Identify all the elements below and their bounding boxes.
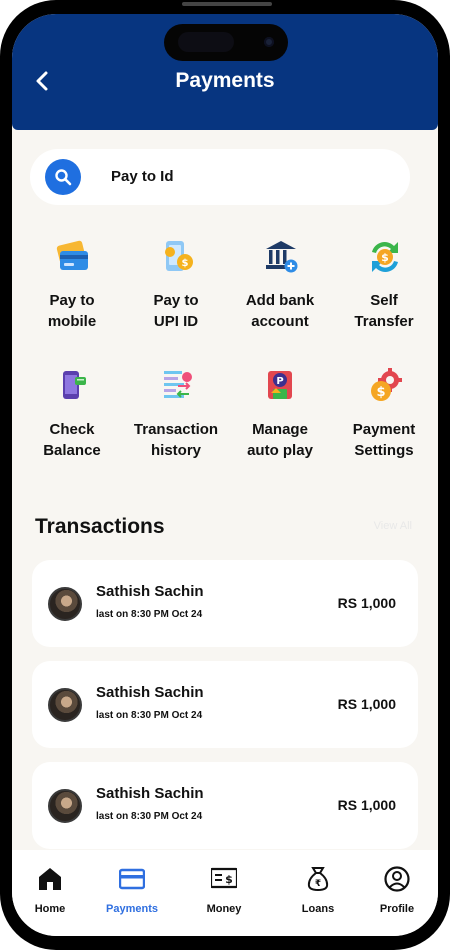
action-transaction-history[interactable]: Transaction history [126,367,226,477]
svg-text:P: P [276,376,283,387]
header-bar: Payments [12,14,438,130]
avatar [48,688,82,722]
action-label: Transaction history [133,421,219,459]
phone-frame: Payments Pay to Id Pay to mobile $ Pay t… [0,0,450,950]
action-label: Pay to mobile [47,292,97,330]
action-label: Check Balance [43,421,101,459]
app-screen: Payments Pay to Id Pay to mobile $ Pay t… [12,14,438,936]
loan-bag-icon: ₹ [305,866,331,892]
nav-money[interactable]: $ Money [189,866,259,926]
nav-label: Payments [106,903,158,915]
svg-text:$: $ [381,251,389,264]
transaction-card[interactable]: Sathish Sachin last on 8:30 PM Oct 24 RS… [32,762,418,849]
profile-icon [384,866,410,892]
transaction-time: last on 8:30 PM Oct 24 [96,609,203,620]
nav-profile[interactable]: Profile [362,866,432,926]
nav-label: Profile [379,903,415,915]
payment-settings-icon: $ [366,367,404,405]
avatar [48,789,82,823]
credit-card-icon [54,238,92,276]
page-title: Payments [175,69,275,92]
card-icon [118,866,146,892]
transaction-time: last on 8:30 PM Oct 24 [96,710,203,721]
quick-actions-grid: Pay to mobile $ Pay to UPI ID Add bank a… [22,238,432,468]
sensor-pill [178,32,234,52]
action-check-balance[interactable]: Check Balance [22,367,122,477]
autopay-icon: P [262,367,300,405]
action-payment-settings[interactable]: $ Payment Settings [334,367,434,477]
svg-text:$: $ [225,873,233,886]
action-label: Self Transfer [354,292,414,330]
action-pay-to-upi[interactable]: $ Pay to UPI ID [126,238,226,348]
svg-text:₹: ₹ [315,879,321,889]
action-label: Add bank account [245,292,315,330]
view-all-link[interactable]: View All [374,520,412,532]
payee-name: Sathish Sachin [96,583,204,600]
dynamic-island [164,24,288,61]
search-label: Pay to Id [111,168,174,185]
svg-text:$: $ [376,385,385,400]
bank-add-icon [262,238,300,276]
action-label: Pay to UPI ID [153,292,199,330]
action-label: Payment Settings [352,421,416,459]
action-manage-auto-play[interactable]: P Manage auto play [230,367,330,477]
search-icon [45,159,81,195]
pay-to-id-search[interactable]: Pay to Id [30,149,410,205]
nav-label: Home [34,903,66,915]
payee-name: Sathish Sachin [96,785,204,802]
upi-phone-icon: $ [158,238,196,276]
home-icon [37,866,63,892]
nav-payments[interactable]: Payments [97,866,167,926]
nav-label: Loans [301,903,335,915]
nav-label: Money [206,903,242,915]
nav-home[interactable]: Home [15,866,85,926]
action-pay-to-mobile[interactable]: Pay to mobile [22,238,122,348]
front-camera [264,37,274,47]
transaction-amount: RS 1,000 [337,797,396,813]
nav-loans[interactable]: ₹ Loans [283,866,353,926]
action-self-transfer[interactable]: $ Self Transfer [334,238,434,348]
avatar [48,587,82,621]
transactions-heading: Transactions [35,515,165,538]
transaction-history-icon [158,367,196,405]
speaker-grille [182,2,272,6]
action-add-bank-account[interactable]: Add bank account [230,238,330,348]
transaction-amount: RS 1,000 [337,696,396,712]
transaction-card[interactable]: Sathish Sachin last on 8:30 PM Oct 24 RS… [32,661,418,748]
action-label: Manage auto play [247,421,313,459]
transaction-amount: RS 1,000 [337,595,396,611]
self-transfer-icon: $ [366,238,404,276]
money-icon: $ [209,866,239,892]
transaction-card[interactable]: Sathish Sachin last on 8:30 PM Oct 24 RS… [32,560,418,647]
transaction-time: last on 8:30 PM Oct 24 [96,811,203,822]
svg-text:$: $ [182,258,189,269]
bottom-navigation: Home Payments $ Money ₹ Loans Profile [12,850,438,936]
phone-balance-icon [54,367,92,405]
payee-name: Sathish Sachin [96,684,204,701]
